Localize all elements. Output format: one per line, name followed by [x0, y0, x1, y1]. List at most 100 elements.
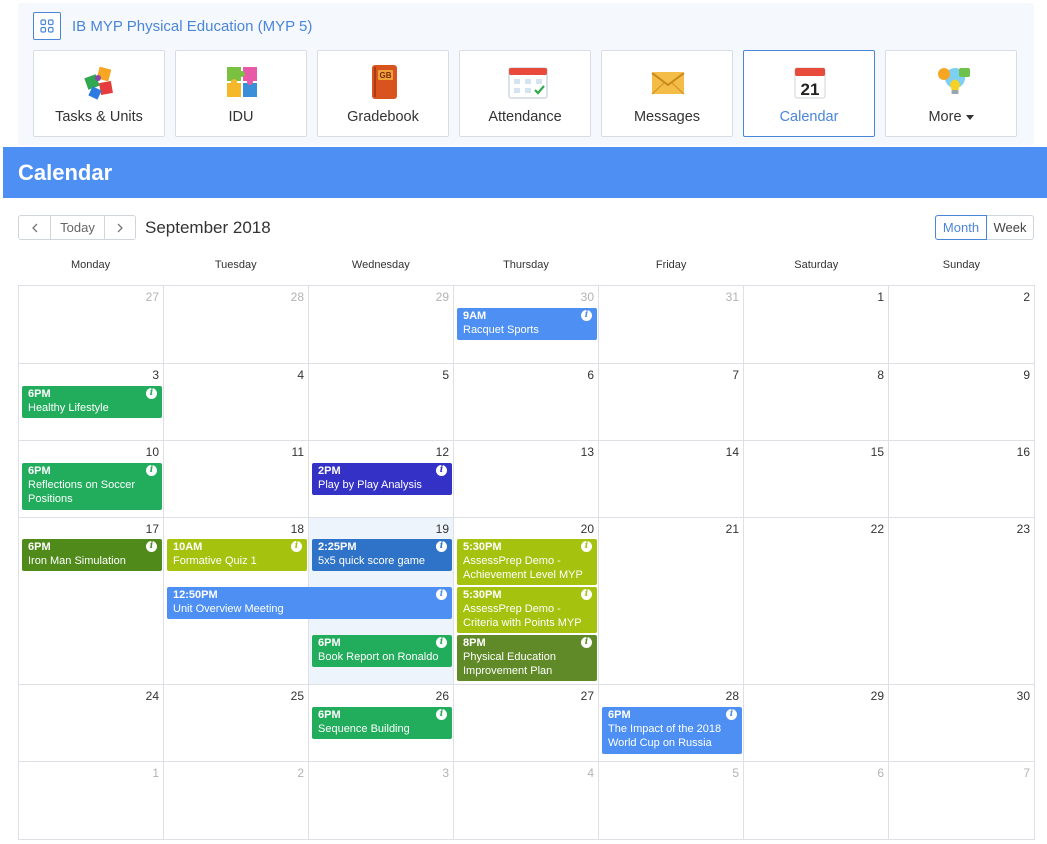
info-icon[interactable]: i — [436, 709, 447, 720]
calendar-toolbar: Today September 2018 Month Week — [18, 215, 1034, 241]
puzzle-icon — [82, 64, 118, 100]
day-number: 16 — [1016, 445, 1030, 459]
info-icon[interactable]: i — [581, 589, 592, 600]
info-icon[interactable]: i — [436, 465, 447, 476]
day-cell[interactable]: 30 — [889, 685, 1035, 762]
info-icon[interactable]: i — [726, 709, 737, 720]
info-icon[interactable]: i — [291, 541, 302, 552]
grid-apps-icon[interactable] — [33, 12, 61, 40]
day-cell[interactable]: 27 — [454, 685, 599, 762]
day-cell[interactable]: 23 — [889, 518, 1035, 685]
day-cell[interactable]: 1 — [19, 762, 164, 840]
day-number: 8 — [877, 368, 884, 382]
day-number: 1 — [877, 290, 884, 304]
course-title[interactable]: IB MYP Physical Education (MYP 5) — [72, 18, 312, 35]
day-cell[interactable]: 13 — [454, 441, 599, 518]
calendar-event[interactable]: 9AM Racquet Sports i — [457, 308, 597, 340]
event-title: Physical Education Improvement Plan — [463, 651, 556, 677]
day-cell[interactable]: 6 — [454, 364, 599, 441]
prev-month-button[interactable] — [19, 216, 50, 239]
tile-calendar[interactable]: 21 Calendar — [743, 50, 875, 137]
info-icon[interactable]: i — [436, 541, 447, 552]
calendar-event[interactable]: 2:25PM 5x5 quick score game i — [312, 539, 452, 571]
day-cell[interactable]: 15 — [744, 441, 889, 518]
day-cell[interactable]: 14 — [599, 441, 744, 518]
info-icon[interactable]: i — [436, 589, 447, 600]
event-title: Book Report on Ronaldo — [318, 651, 439, 663]
day-cell[interactable]: 5 — [599, 762, 744, 840]
day-number: 6 — [877, 766, 884, 780]
calendar-event[interactable]: 6PM Reflections on Soccer Positions i — [22, 463, 162, 510]
day-number: 27 — [145, 290, 159, 304]
calendar-event[interactable]: 6PM Iron Man Simulation i — [22, 539, 162, 571]
day-cell[interactable]: 29 — [744, 685, 889, 762]
tile-tasks-units[interactable]: Tasks & Units — [33, 50, 165, 137]
day-cell[interactable]: 2 — [889, 286, 1035, 364]
month-view-button[interactable]: Month — [935, 215, 987, 240]
attendance-icon — [508, 64, 548, 100]
info-icon[interactable]: i — [436, 637, 447, 648]
next-month-button[interactable] — [104, 216, 135, 239]
day-number: 3 — [152, 368, 159, 382]
day-cell[interactable]: 7 — [599, 364, 744, 441]
calendar-event-multiday[interactable]: 12:50PM Unit Overview Meeting i — [167, 587, 452, 619]
day-cell[interactable]: 9 — [889, 364, 1035, 441]
day-cell[interactable]: 24 — [19, 685, 164, 762]
day-cell[interactable]: 2 — [164, 762, 309, 840]
calendar-event[interactable]: 2PM Play by Play Analysis i — [312, 463, 452, 495]
week-view-button[interactable]: Week — [987, 215, 1034, 240]
day-cell[interactable]: 16 — [889, 441, 1035, 518]
event-title: 5x5 quick score game — [318, 555, 425, 567]
calendar-event[interactable]: 5:30PM AssessPrep Demo - Achievement Lev… — [457, 539, 597, 585]
info-icon[interactable]: i — [146, 541, 157, 552]
day-number: 26 — [435, 689, 449, 703]
tile-label: Messages — [633, 109, 701, 125]
today-button[interactable]: Today — [50, 216, 104, 239]
day-number: 25 — [290, 689, 304, 703]
day-number: 17 — [145, 522, 159, 536]
weekday-label: Friday — [655, 259, 687, 271]
info-icon[interactable]: i — [581, 637, 592, 648]
day-cell[interactable]: 22 — [744, 518, 889, 685]
day-cell[interactable]: 4 — [454, 762, 599, 840]
tile-gradebook[interactable]: GB Gradebook — [317, 50, 449, 137]
tile-attendance[interactable]: Attendance — [459, 50, 591, 137]
tile-messages[interactable]: Messages — [601, 50, 733, 137]
day-cell[interactable]: 29 — [309, 286, 454, 364]
day-cell[interactable]: 21 — [599, 518, 744, 685]
course-header: IB MYP Physical Education (MYP 5) Tasks … — [18, 3, 1034, 145]
day-cell[interactable]: 3 — [309, 762, 454, 840]
calendar-event[interactable]: 6PM The Impact of the 2018 World Cup on … — [602, 707, 742, 754]
day-cell[interactable]: 27 — [19, 286, 164, 364]
day-number: 20 — [580, 522, 594, 536]
day-number: 2 — [1023, 290, 1030, 304]
info-icon[interactable]: i — [146, 465, 157, 476]
day-cell[interactable]: 31 — [599, 286, 744, 364]
info-icon[interactable]: i — [581, 310, 592, 321]
calendar-event[interactable]: 5:30PM AssessPrep Demo - Criteria with P… — [457, 587, 597, 633]
tile-idu[interactable]: IDU — [175, 50, 307, 137]
day-cell[interactable]: 28 — [164, 286, 309, 364]
day-number: 5 — [732, 766, 739, 780]
day-cell[interactable]: 5 — [309, 364, 454, 441]
calendar-event[interactable]: 6PM Sequence Building i — [312, 707, 452, 739]
calendar-event[interactable]: 6PM Book Report on Ronaldo i — [312, 635, 452, 667]
day-cell[interactable]: 7 — [889, 762, 1035, 840]
calendar-event[interactable]: 8PM Physical Education Improvement Plan … — [457, 635, 597, 681]
day-cell[interactable]: 11 — [164, 441, 309, 518]
calendar-icon-day: 21 — [801, 80, 820, 99]
tile-more[interactable]: More — [885, 50, 1017, 137]
calendar-event[interactable]: 10AM Formative Quiz 1 i — [167, 539, 307, 571]
day-number: 4 — [587, 766, 594, 780]
tile-label: Tasks & Units — [55, 109, 143, 125]
day-cell[interactable]: 25 — [164, 685, 309, 762]
day-number: 22 — [870, 522, 884, 536]
day-cell[interactable]: 4 — [164, 364, 309, 441]
info-icon[interactable]: i — [146, 388, 157, 399]
info-icon[interactable]: i — [581, 541, 592, 552]
day-cell[interactable]: 1 — [744, 286, 889, 364]
calendar-event[interactable]: 6PM Healthy Lifestyle i — [22, 386, 162, 418]
day-cell[interactable]: 8 — [744, 364, 889, 441]
day-cell[interactable]: 6 — [744, 762, 889, 840]
day-number: 5 — [442, 368, 449, 382]
